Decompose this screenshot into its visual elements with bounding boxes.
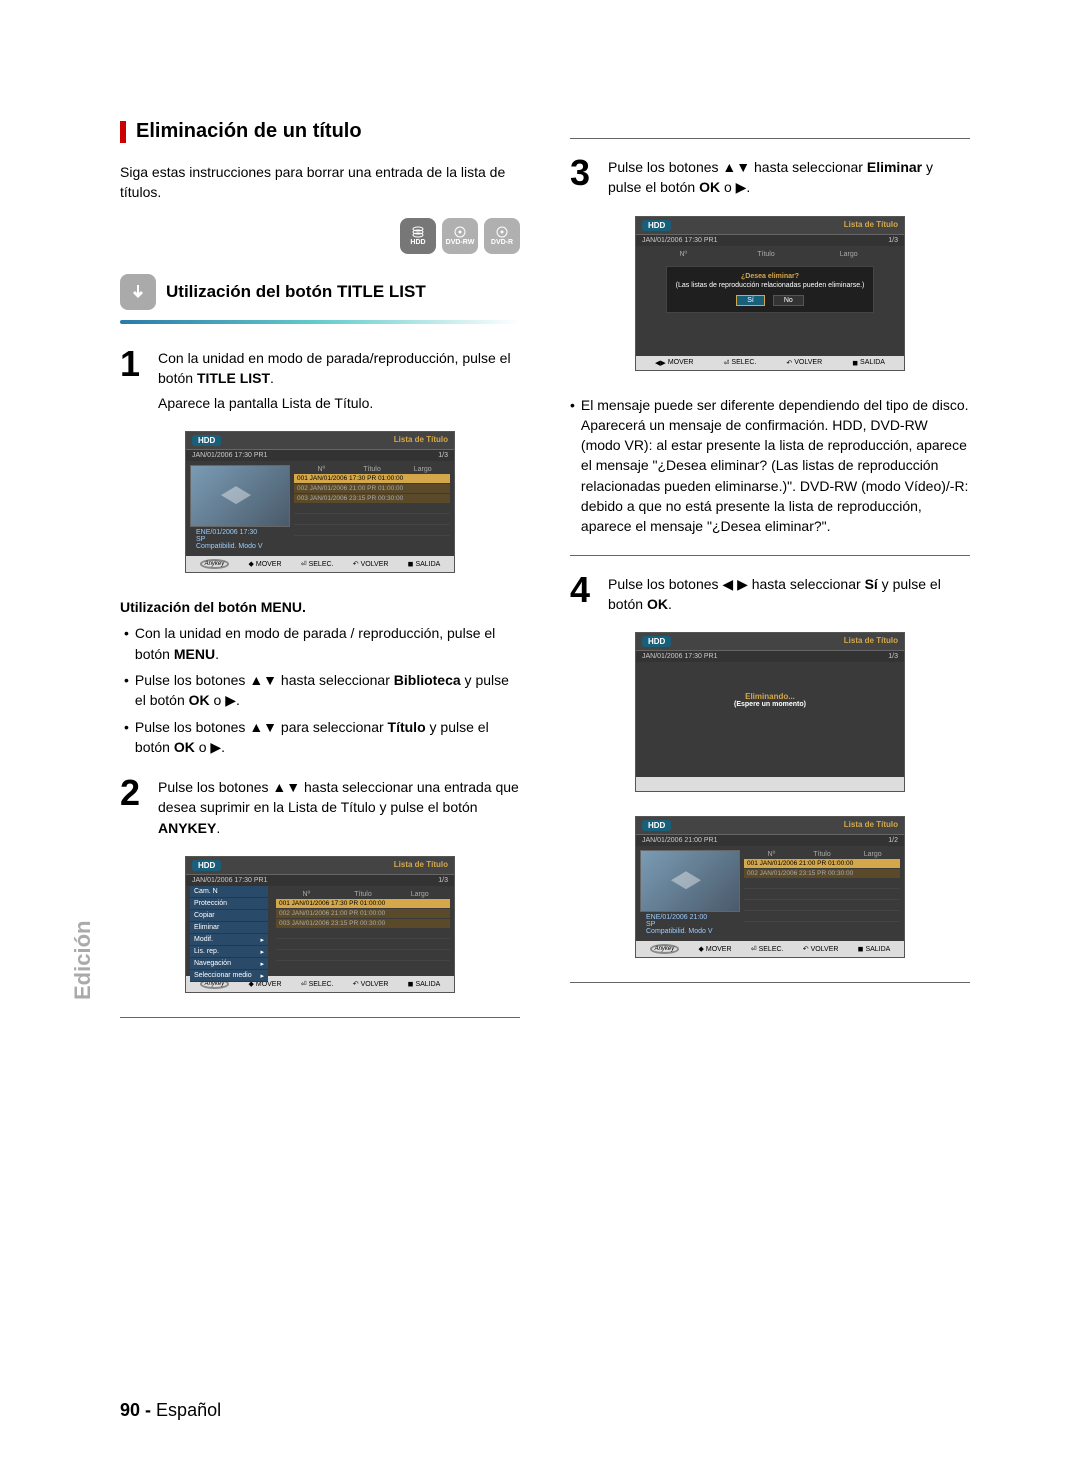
ui-screen-after-delete: HDD Lista de Título JAN/01/2006 21:00 PR…	[635, 816, 905, 958]
info-note: El mensaje puede ser diferente dependien…	[570, 395, 970, 537]
ui-screen-context-menu: HDD Lista de Título JAN/01/2006 17:30 PR…	[185, 856, 455, 993]
dvd-r-icon: DVD-R	[484, 218, 520, 254]
step-1: 1 Con la unidad en modo de parada/reprod…	[120, 348, 520, 417]
divider	[570, 138, 970, 139]
dvd-rw-icon: DVD-RW	[442, 218, 478, 254]
sub-heading-text: Utilización del botón TITLE LIST	[166, 282, 426, 302]
accent-bar	[120, 121, 126, 143]
section-title-text: Eliminación de un título	[136, 120, 362, 143]
sub-heading: Utilización del botón TITLE LIST	[120, 274, 520, 310]
step-number: 3	[570, 157, 598, 202]
step-number: 1	[120, 348, 148, 417]
divider	[570, 555, 970, 556]
step-4: 4 Pulse los botones ◀ ▶ hasta selecciona…	[570, 574, 970, 619]
intro-text: Siga estas instrucciones para borrar una…	[120, 163, 520, 202]
step-3: 3 Pulse los botones ▲▼ hasta seleccionar…	[570, 157, 970, 202]
section-title: Eliminación de un título	[120, 120, 520, 143]
divider-gradient	[120, 320, 520, 324]
deleting-message: Eliminando... (Espere un momento)	[686, 692, 854, 708]
step-number: 4	[570, 574, 598, 619]
page-footer: 90 - Español	[120, 1400, 221, 1421]
context-menu: Cam. N Protección Copiar Eliminar Modif.…	[190, 886, 268, 982]
disc-icon-row: HDD DVD-RW DVD-R	[120, 218, 520, 254]
hdd-icon: HDD	[400, 218, 436, 254]
preview-thumbnail	[640, 850, 740, 912]
step-2: 2 Pulse los botones ▲▼ hasta seleccionar…	[120, 777, 520, 842]
ui-screen-confirm-delete: HDD Lista de Título JAN/01/2006 17:30 PR…	[635, 216, 905, 371]
confirm-dialog: ¿Desea eliminar? (Las listas de reproduc…	[666, 266, 874, 313]
divider	[570, 982, 970, 983]
finger-icon	[120, 274, 156, 310]
dialog-yes-button[interactable]: Sí	[736, 295, 765, 306]
side-tab: Edición	[70, 921, 96, 1000]
ui-screen-deleting: HDD Lista de Título JAN/01/2006 17:30 PR…	[635, 632, 905, 792]
preview-thumbnail	[190, 465, 290, 527]
menu-instructions: Utilización del botón MENU. Con la unida…	[120, 597, 520, 757]
step-number: 2	[120, 777, 148, 842]
divider	[120, 1017, 520, 1018]
dialog-no-button[interactable]: No	[773, 295, 804, 306]
ui-screen-title-list: HDD Lista de Título JAN/01/2006 17:30 PR…	[185, 431, 455, 573]
